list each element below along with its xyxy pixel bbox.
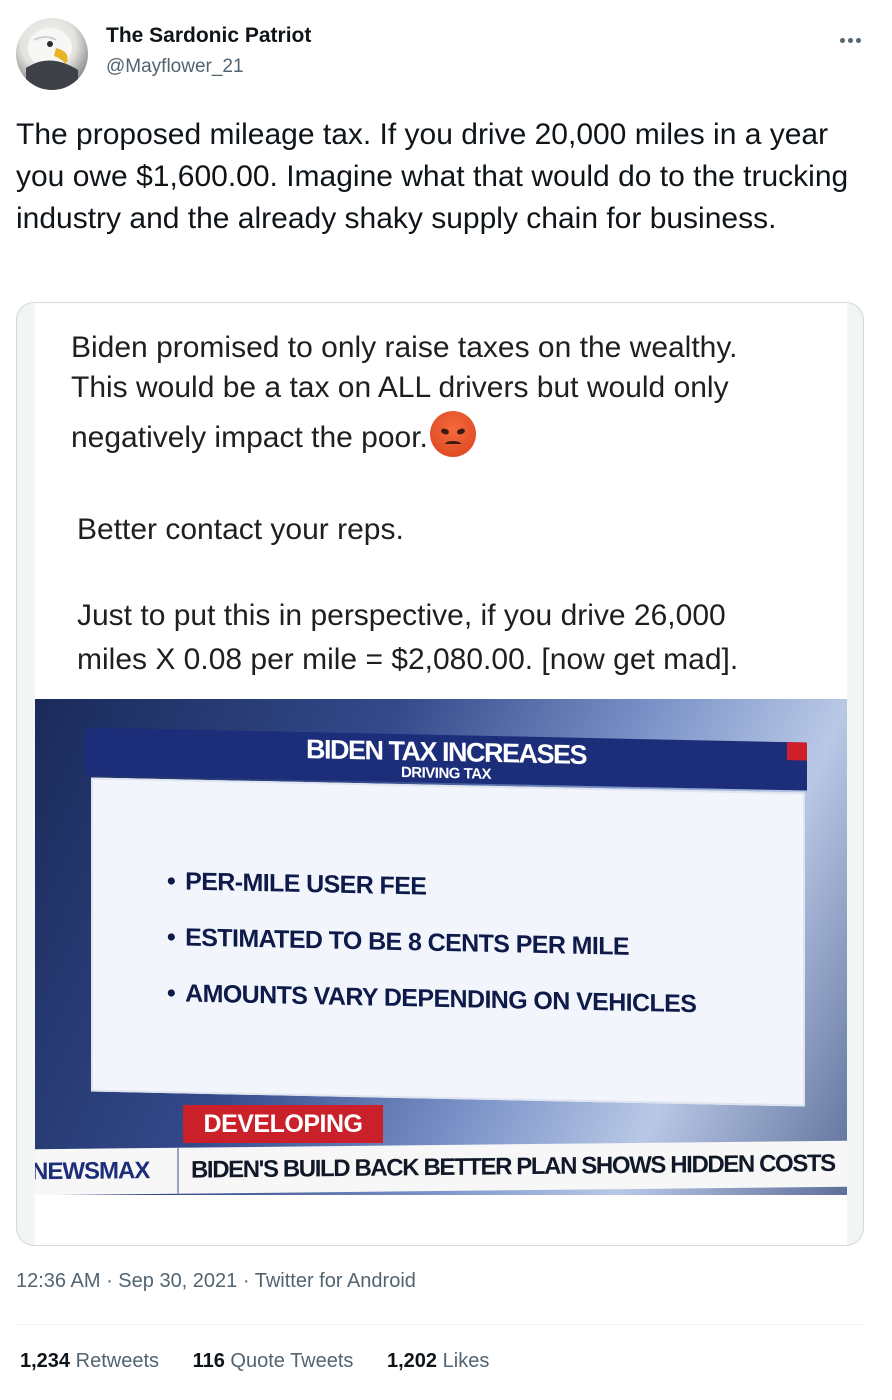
meta-separator: ·: [242, 1270, 255, 1292]
quote-tweets-stat[interactable]: 116 Quote Tweets: [193, 1350, 354, 1373]
dot: [848, 38, 853, 43]
tv-bullet: AMOUNTS VARY DEPENDING ON VEHICLES: [167, 979, 696, 1019]
ticker-headline: BIDEN'S BUILD BACK BETTER PLAN SHOWS HID…: [191, 1149, 835, 1184]
more-options-icon[interactable]: [828, 26, 872, 54]
post-line: negatively impact the poor.: [71, 421, 428, 454]
tweet-meta: 12:36 AM · Sep 30, 2021 · Twitter for An…: [16, 1270, 416, 1293]
bald-eagle-icon: [26, 28, 78, 90]
newsmax-logo: NEWSMAX: [35, 1157, 150, 1186]
retweets-count: 1,234: [20, 1350, 71, 1372]
likes-count: 1,202: [387, 1350, 438, 1372]
likes-stat[interactable]: 1,202 Likes: [387, 1350, 489, 1373]
meta-separator: ·: [106, 1270, 119, 1292]
news-screenshot: BIDEN TAX INCREASES DRIVING TAX PER-MILE…: [35, 699, 847, 1195]
tweet-time[interactable]: 12:36 AM: [16, 1270, 101, 1292]
retweets-label: Retweets: [75, 1350, 159, 1372]
post-line-with-emoji: negatively impact the poor.: [71, 411, 476, 459]
divider: [16, 1324, 864, 1325]
tv-bullet: PER-MILE USER FEE: [167, 867, 426, 901]
tv-bullet: ESTIMATED TO BE 8 CENTS PER MILE: [167, 923, 629, 962]
tv-corner-accent: [787, 742, 807, 761]
reps-text: Better contact your reps.: [77, 513, 404, 546]
tweet-stats: 1,234 Retweets 116 Quote Tweets 1,202 Li…: [20, 1350, 517, 1373]
display-name[interactable]: The Sardonic Patriot: [106, 24, 311, 48]
news-ticker: NEWSMAX BIDEN'S BUILD BACK BETTER PLAN S…: [35, 1140, 847, 1195]
perspective-line: miles X 0.08 per mile = $2,080.00. [now …: [77, 643, 739, 676]
quotes-label: Quote Tweets: [230, 1350, 354, 1372]
likes-label: Likes: [442, 1350, 490, 1372]
tweet-header: The Sardonic Patriot @Mayflower_21: [0, 0, 892, 100]
developing-badge: DEVELOPING: [183, 1105, 383, 1143]
tweet-source[interactable]: Twitter for Android: [255, 1270, 416, 1292]
user-handle[interactable]: @Mayflower_21: [106, 56, 244, 78]
dot: [840, 38, 845, 43]
post-line: This would be a tax on ALL drivers but w…: [71, 371, 729, 404]
tweet-date[interactable]: Sep 30, 2021: [118, 1270, 237, 1292]
quotes-count: 116: [192, 1350, 225, 1372]
dot: [856, 38, 861, 43]
tv-bullet-card: PER-MILE USER FEE ESTIMATED TO BE 8 CENT…: [91, 777, 805, 1107]
retweets-stat[interactable]: 1,234 Retweets: [20, 1350, 159, 1373]
post-line: Biden promised to only raise taxes on th…: [71, 331, 738, 364]
ticker-separator: [177, 1147, 179, 1194]
tweet-text: The proposed mileage tax. If you drive 2…: [16, 118, 849, 235]
avatar[interactable]: [16, 18, 88, 90]
angry-face-emoji: [429, 411, 476, 457]
perspective-line: Just to put this in perspective, if you …: [77, 599, 726, 632]
tweet-media-image[interactable]: Biden promised to only raise taxes on th…: [16, 302, 864, 1246]
